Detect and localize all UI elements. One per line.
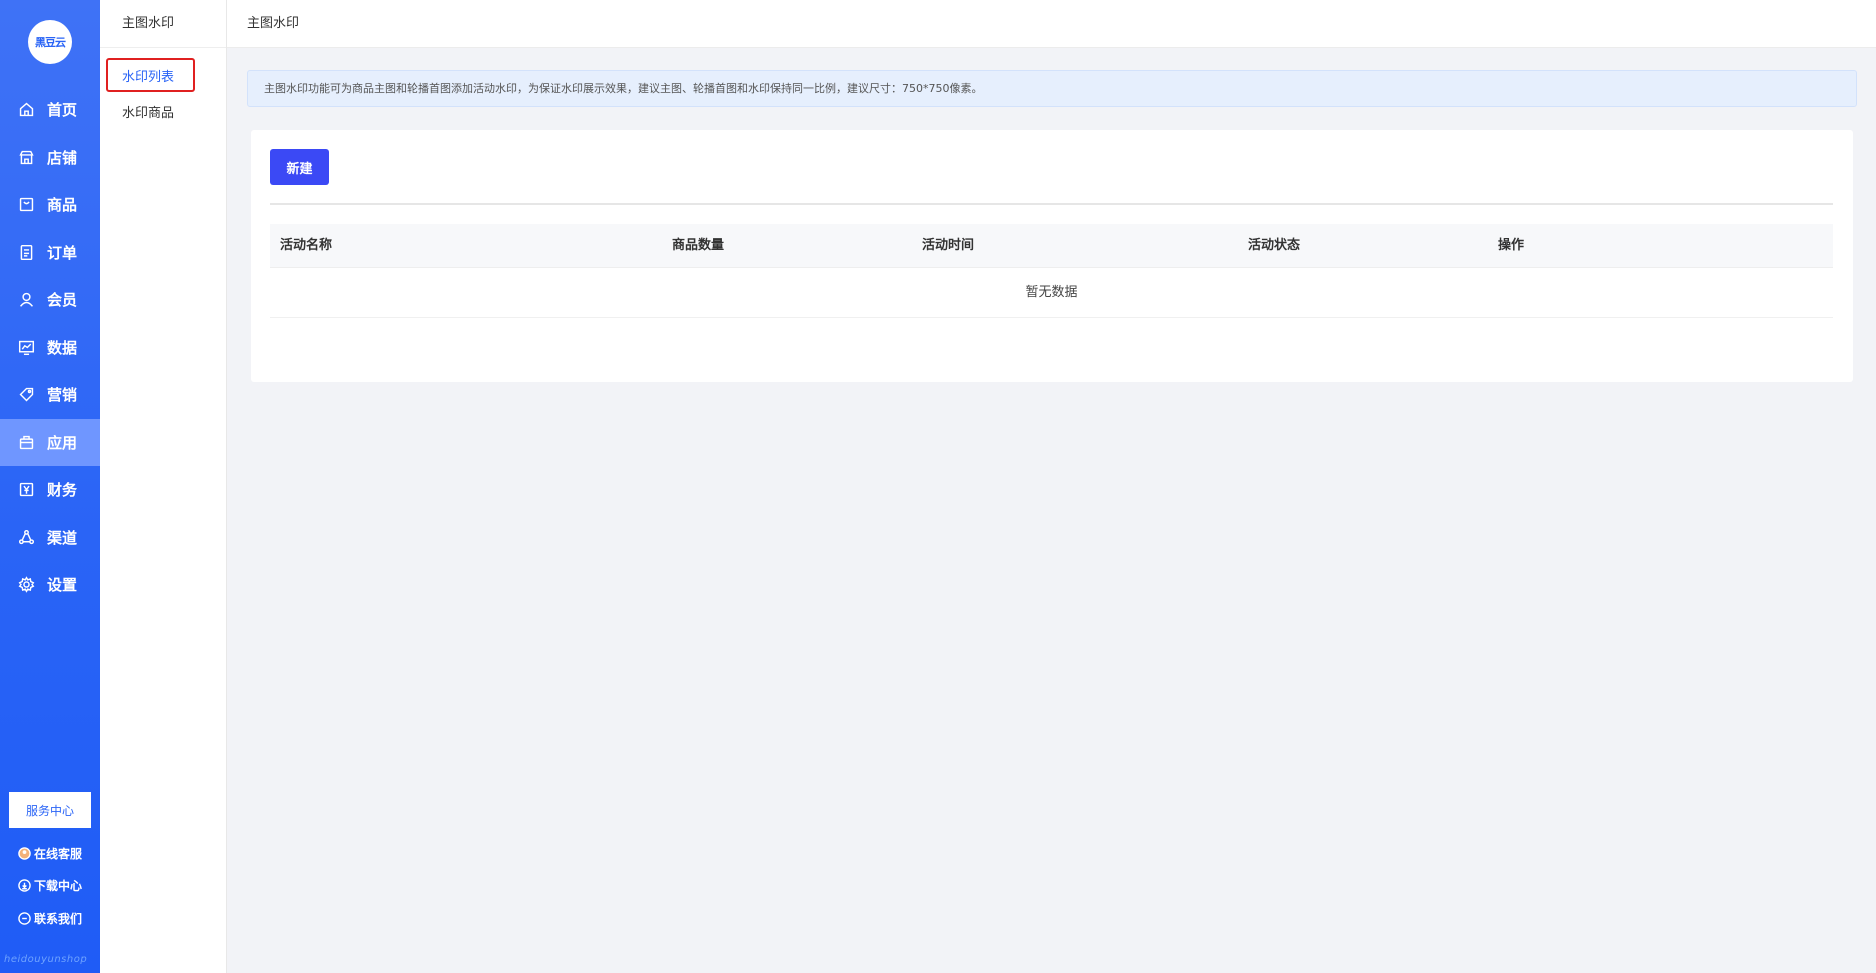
contact-us-link[interactable]: 联系我们	[18, 910, 82, 927]
nav-item-home[interactable]: 首页	[0, 86, 100, 134]
new-button[interactable]: 新建	[270, 149, 329, 185]
online-service-label: 在线客服	[34, 847, 83, 861]
nav-item-label: 渠道	[47, 528, 78, 547]
download-center-label: 下载中心	[34, 879, 83, 893]
nav-item-settings[interactable]: 设置	[0, 561, 100, 609]
nav-item-label: 会员	[47, 291, 78, 310]
chart-icon	[17, 338, 35, 356]
nav-item-label: 应用	[47, 433, 78, 452]
subnav-item-watermark-goods[interactable]: 水印商品	[122, 102, 174, 121]
nav-item-store[interactable]: 店铺	[0, 134, 100, 182]
nav-item-label: 财务	[47, 481, 78, 500]
download-center-link[interactable]: 下载中心	[18, 877, 82, 894]
nav-item-member[interactable]: 会员	[0, 276, 100, 324]
nav-item-label: 订单	[47, 243, 78, 262]
avatar-icon	[18, 847, 31, 860]
channel-icon	[17, 528, 35, 546]
empty-state: 暂无数据	[270, 268, 1833, 318]
info-notice: 主图水印功能可为商品主图和轮播首图添加活动水印，为保证水印展示效果，建议主图、轮…	[247, 70, 1857, 107]
goods-icon	[17, 196, 35, 214]
nav-item-label: 营销	[47, 386, 78, 405]
app-root: 黑豆云 首页 店铺 商品 订单 会员 数据 营销 应用 财务 渠道 设置 服务中…	[0, 0, 1876, 973]
breadcrumb: 主图水印	[247, 16, 300, 31]
nav-item-finance[interactable]: 财务	[0, 466, 100, 514]
member-icon	[17, 291, 35, 309]
nav-item-data[interactable]: 数据	[0, 324, 100, 372]
contact-us-label: 联系我们	[34, 912, 83, 926]
subnav-title: 主图水印	[100, 0, 226, 48]
nav-item-label: 首页	[47, 101, 78, 120]
order-icon	[17, 243, 35, 261]
top-header: 主图水印	[227, 0, 1876, 48]
table-header: 活动名称 商品数量 活动时间 活动状态 操作	[270, 224, 1833, 268]
divider	[270, 203, 1833, 205]
nav-item-label: 设置	[47, 576, 78, 595]
brand-logo[interactable]: 黑豆云	[28, 20, 72, 64]
nav-item-goods[interactable]: 商品	[0, 181, 100, 229]
column-header-name: 活动名称	[280, 238, 333, 253]
nav-item-marketing[interactable]: 营销	[0, 371, 100, 419]
main-nav: 首页 店铺 商品 订单 会员 数据 营销 应用 财务 渠道 设置	[0, 86, 100, 609]
nav-item-label: 商品	[47, 196, 78, 215]
chat-icon	[18, 912, 31, 925]
column-header-time: 活动时间	[922, 238, 975, 253]
sub-sidebar: 主图水印 水印列表 水印商品	[100, 0, 227, 973]
subnav-item-watermark-list[interactable]: 水印列表	[122, 66, 174, 85]
column-header-goods-count: 商品数量	[672, 238, 725, 253]
column-header-status: 活动状态	[1248, 238, 1301, 253]
online-service-link[interactable]: 在线客服	[18, 845, 82, 862]
nav-item-order[interactable]: 订单	[0, 229, 100, 277]
nav-item-label: 店铺	[47, 148, 78, 167]
gear-icon	[17, 576, 35, 594]
service-center-button[interactable]: 服务中心	[9, 792, 91, 828]
main-sidebar: 黑豆云 首页 店铺 商品 订单 会员 数据 营销 应用 财务 渠道 设置 服务中…	[0, 0, 100, 973]
tag-icon	[17, 386, 35, 404]
nav-item-app[interactable]: 应用	[0, 418, 100, 466]
finance-icon	[17, 481, 35, 499]
content-card: 新建 活动名称 商品数量 活动时间 活动状态 操作 暂无数据	[251, 130, 1853, 382]
store-icon	[17, 148, 35, 166]
column-header-actions: 操作	[1498, 238, 1525, 253]
nav-item-channel[interactable]: 渠道	[0, 514, 100, 562]
sidebar-footer-text: heidouyunshop	[4, 954, 88, 965]
home-icon	[17, 101, 35, 119]
download-icon	[18, 879, 31, 892]
app-icon	[17, 433, 35, 451]
nav-item-label: 数据	[47, 338, 78, 357]
